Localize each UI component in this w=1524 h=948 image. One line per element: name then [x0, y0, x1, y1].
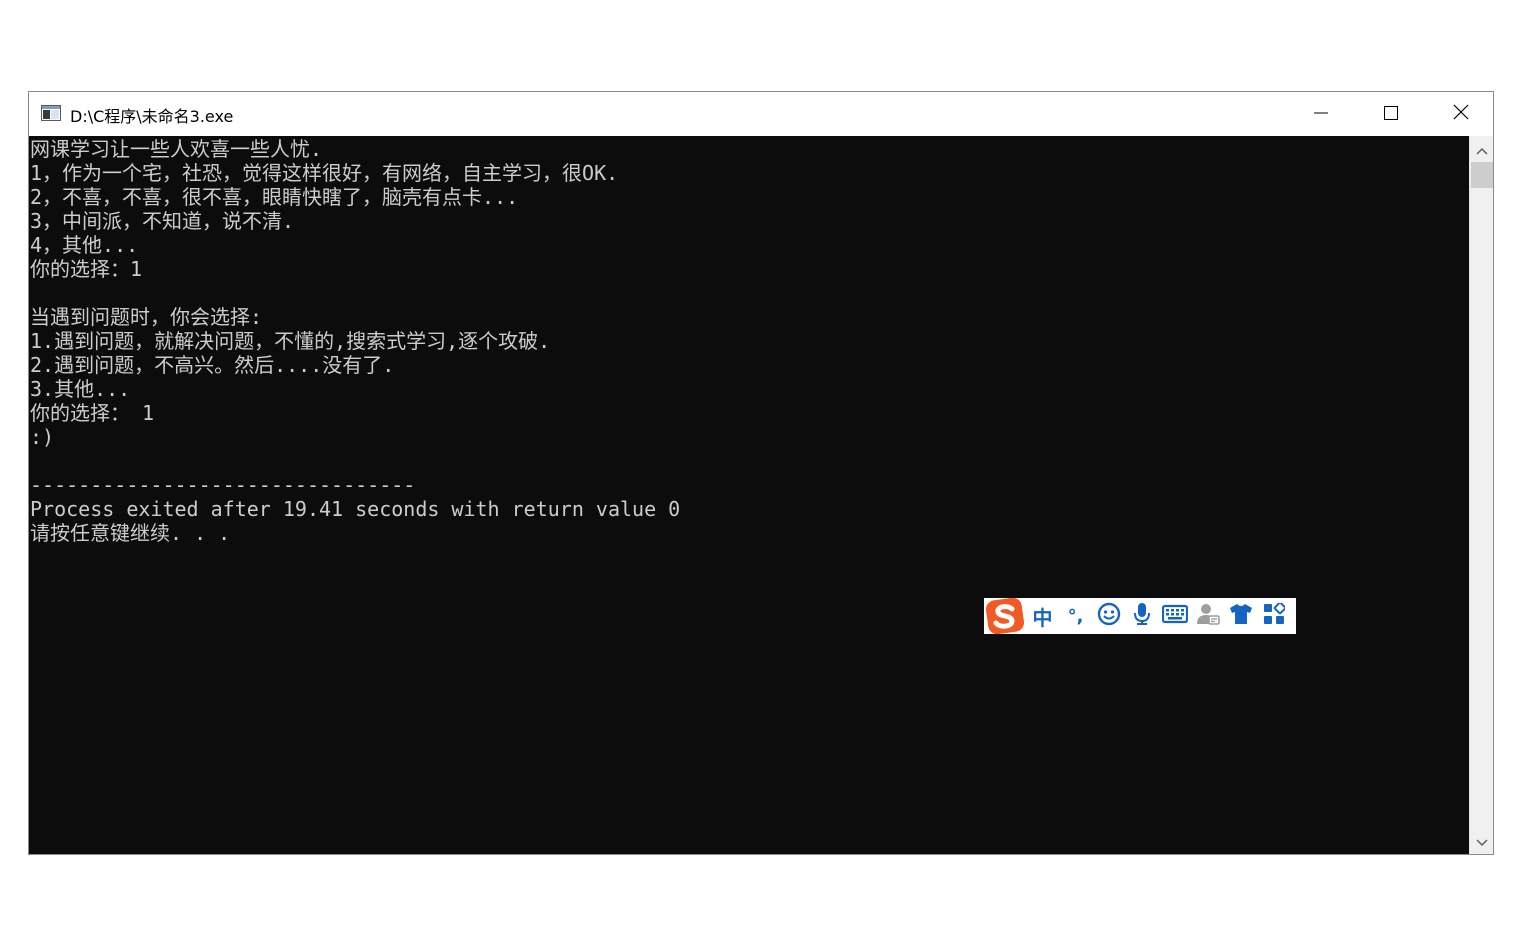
- close-button[interactable]: [1426, 92, 1496, 136]
- console-line: 网课学习让一些人欢喜一些人忧.: [30, 137, 323, 161]
- ime-keyboard-button[interactable]: [1158, 598, 1191, 634]
- console-line: :): [30, 425, 55, 449]
- console-line: 请按任意键继续. . .: [30, 521, 231, 545]
- user-icon: [1196, 602, 1220, 630]
- maximize-button[interactable]: [1356, 92, 1426, 136]
- ime-emoji-button[interactable]: [1092, 598, 1125, 634]
- ime-language-label: 中: [1032, 605, 1053, 630]
- ime-language-toggle[interactable]: 中: [1026, 598, 1059, 634]
- console-line: 2.遇到问题，不高兴。然后....没有了.: [30, 353, 395, 377]
- ime-toolbox-button[interactable]: [1257, 598, 1290, 634]
- scroll-up-button[interactable]: [1470, 136, 1494, 162]
- console-output-area[interactable]: 网课学习让一些人欢喜一些人忧. 1，作为一个宅，社恐，觉得这样很好，有网络，自主学…: [29, 136, 1469, 854]
- ime-voice-button[interactable]: [1125, 598, 1158, 634]
- chevron-up-icon: [1476, 140, 1488, 159]
- console-line: Process exited after 19.41 seconds with …: [30, 497, 681, 521]
- console-line: 4，其他...: [30, 233, 139, 257]
- scroll-down-button[interactable]: [1470, 828, 1494, 854]
- ime-skin-button[interactable]: [1224, 598, 1257, 634]
- close-icon: [1453, 104, 1469, 124]
- console-line: 3，中间派，不知道，说不清.: [30, 209, 295, 233]
- console-app-icon[interactable]: [41, 105, 61, 121]
- microphone-icon: [1132, 602, 1152, 630]
- sogou-logo-icon[interactable]: [984, 597, 1026, 637]
- ime-user-button[interactable]: [1191, 598, 1224, 634]
- emoji-icon: [1097, 602, 1121, 630]
- minimize-icon: [1314, 105, 1328, 124]
- chevron-down-icon: [1476, 832, 1488, 851]
- ime-toolbar[interactable]: 中 °,: [984, 597, 1296, 637]
- skin-shirt-icon: [1229, 603, 1253, 629]
- console-line: 当遇到问题时，你会选择:: [30, 305, 263, 329]
- maximize-icon: [1384, 105, 1398, 124]
- console-window: D:\C程序\未命名3.exe 网课学习让一些人欢喜一些人忧. 1，作为一个宅，社…: [28, 91, 1494, 855]
- title-bar[interactable]: D:\C程序\未命名3.exe: [29, 92, 1493, 136]
- window-title: D:\C程序\未命名3.exe: [70, 107, 234, 126]
- console-text: 网课学习让一些人欢喜一些人忧. 1，作为一个宅，社恐，觉得这样很好，有网络，自主学…: [29, 136, 1469, 545]
- console-line: 3.其他...: [30, 377, 131, 401]
- console-line: 你的选择： 1: [30, 401, 155, 425]
- scroll-thumb[interactable]: [1471, 162, 1493, 188]
- toolbox-grid-icon: [1263, 601, 1286, 629]
- console-line: --------------------------------: [30, 473, 416, 497]
- ime-punctuation-label: °,: [1067, 605, 1084, 627]
- console-line: 2，不喜，不喜，很不喜，眼睛快瞎了，脑壳有点卡...: [30, 185, 519, 209]
- ime-punctuation-toggle[interactable]: °,: [1059, 598, 1092, 634]
- keyboard-icon: [1161, 604, 1188, 628]
- minimize-button[interactable]: [1286, 92, 1356, 136]
- console-line: 1，作为一个宅，社恐，觉得这样很好，有网络，自主学习，很OK.: [30, 161, 619, 185]
- vertical-scrollbar[interactable]: [1469, 136, 1493, 854]
- console-line: 你的选择：1: [30, 257, 143, 281]
- console-line: 1.遇到问题，就解决问题，不懂的,搜索式学习,逐个攻破.: [30, 329, 551, 353]
